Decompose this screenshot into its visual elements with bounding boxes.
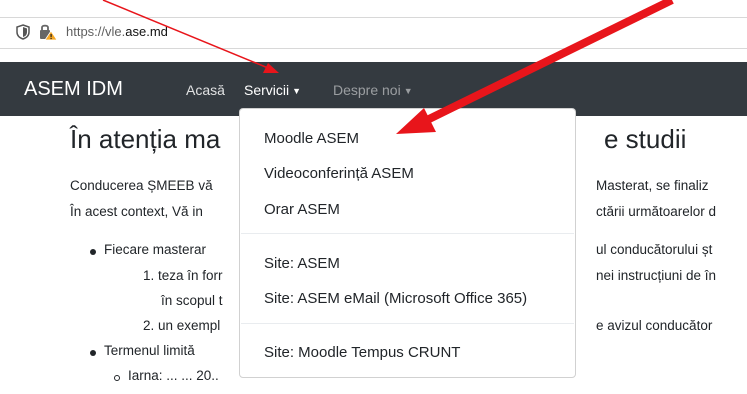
list-item-1a-right: nei instrucțiuni de în — [596, 268, 717, 283]
dropdown-item-moodle-asem[interactable]: Moodle ASEM — [264, 130, 359, 147]
browser-toolbar: https://vle.ase.md — [0, 0, 747, 56]
nav-about-dropdown[interactable]: Despre noi ▼ — [333, 82, 413, 98]
dropdown-divider — [241, 233, 574, 234]
caret-down-icon: ▼ — [403, 86, 413, 96]
shield-icon[interactable] — [16, 24, 30, 40]
paragraph-1-right: Masterat, se finaliz — [596, 178, 709, 193]
dropdown-item-site-asem[interactable]: Site: ASEM — [264, 255, 340, 272]
nav-home-link[interactable]: Acasă — [186, 82, 225, 98]
services-dropdown-menu: Moodle ASEM Videoconferință ASEM Orar AS… — [239, 108, 576, 378]
insecure-lock-icon[interactable] — [38, 23, 58, 41]
dropdown-item-site-email[interactable]: Site: ASEM eMail (Microsoft Office 365) — [264, 290, 527, 307]
list-item-2a: Iarna: ... ... 20.. — [128, 368, 219, 383]
dropdown-item-moodle-tempus[interactable]: Site: Moodle Tempus CRUNT — [264, 344, 460, 361]
list-item-2-left: Termenul limită — [104, 343, 195, 358]
nav-about-label: Despre noi — [333, 82, 401, 98]
dropdown-divider — [241, 323, 574, 324]
page-heading-left: În atenția ma — [70, 124, 221, 154]
caret-down-icon: ▼ — [292, 86, 302, 96]
bullet-icon — [90, 350, 96, 356]
bullet-icon — [90, 249, 96, 255]
page-heading-right: e studii — [604, 124, 687, 154]
list-item-1-left: Fiecare masterar — [104, 242, 207, 257]
paragraph-2-right: ctării următoarelor d — [596, 204, 717, 219]
paragraph-1-left: Conducerea ȘMEEB vă — [70, 178, 213, 193]
list-item-1b-left: 2. un exempl — [143, 318, 221, 333]
list-item-1a-continued: în scopul t — [161, 293, 223, 308]
paragraph-2-left: În acest context, Vă in — [70, 204, 203, 219]
dropdown-item-orar-asem[interactable]: Orar ASEM — [264, 201, 340, 218]
nav-services-dropdown[interactable]: Servicii ▼ — [244, 82, 301, 98]
list-item-1-right: ul conducătorului șt — [596, 242, 713, 257]
dropdown-item-videoconferinta[interactable]: Videoconferință ASEM — [264, 165, 414, 182]
list-item-1a-left: 1. teza în forr — [143, 268, 223, 283]
list-item-1b-right: e avizul conducător — [596, 318, 713, 333]
circle-bullet-icon — [114, 375, 120, 381]
url-text[interactable]: https://vle.ase.md — [66, 23, 168, 41]
brand-link[interactable]: ASEM IDM — [24, 78, 123, 101]
nav-services-label: Servicii — [244, 82, 290, 98]
